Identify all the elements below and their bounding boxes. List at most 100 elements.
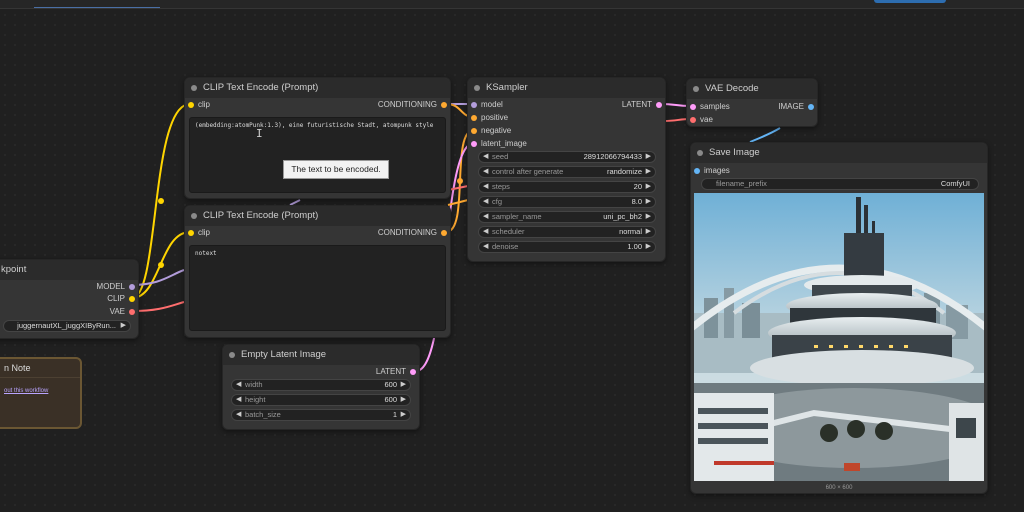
- workflow-tab[interactable]: [34, 0, 160, 8]
- node-title[interactable]: Empty Latent Image: [223, 345, 419, 365]
- input-vae[interactable]: vae: [690, 115, 713, 125]
- node-title[interactable]: CLIP Text Encode (Prompt): [185, 206, 450, 226]
- node-title[interactable]: CLIP Text Encode (Prompt): [185, 78, 450, 98]
- sampler-name-widget[interactable]: ◀ sampler_name uni_pc_bh2 ▶: [478, 211, 656, 223]
- image-dimensions: 600 × 600: [825, 485, 853, 491]
- arrow-left-icon[interactable]: ◀: [483, 182, 488, 192]
- slot-dot[interactable]: [808, 104, 814, 110]
- slot-dot[interactable]: [471, 115, 477, 121]
- note-link[interactable]: out this workflow: [4, 388, 48, 394]
- slot-dot[interactable]: [188, 102, 194, 108]
- height-widget[interactable]: ◀ height 600 ▶: [231, 394, 411, 406]
- output-latent[interactable]: LATENT: [622, 100, 662, 110]
- wire-clip-positive: [131, 103, 191, 299]
- collapse-dot-icon[interactable]: [191, 85, 197, 91]
- output-latent[interactable]: LATENT: [376, 367, 416, 377]
- output-model[interactable]: MODEL: [97, 282, 135, 292]
- widget-label: scheduler: [492, 227, 525, 236]
- collapse-dot-icon[interactable]: [191, 213, 197, 219]
- node-title[interactable]: Save Image: [691, 143, 987, 163]
- slot-dot[interactable]: [690, 104, 696, 110]
- slot-dot[interactable]: [129, 309, 135, 315]
- load-checkpoint-node[interactable]: kpoint MODEL CLIP VAE juggernautXL_juggX…: [0, 259, 139, 339]
- slot-dot[interactable]: [129, 296, 135, 302]
- input-latent-image[interactable]: latent_image: [471, 139, 527, 149]
- prompt-textarea[interactable]: (embedding:atomPunk:1.3), eine futuristi…: [189, 117, 446, 193]
- note-node[interactable]: n Note out this workflow: [0, 357, 82, 429]
- output-vae[interactable]: VAE: [110, 307, 135, 317]
- slot-dot[interactable]: [471, 141, 477, 147]
- arrow-right-icon[interactable]: ▶: [401, 410, 406, 420]
- arrow-right-icon[interactable]: ▶: [646, 167, 651, 177]
- slot-dot[interactable]: [188, 230, 194, 236]
- input-model[interactable]: model: [471, 100, 503, 110]
- image-preview[interactable]: [694, 193, 984, 481]
- input-clip[interactable]: clip: [188, 228, 210, 238]
- output-conditioning[interactable]: CONDITIONING: [378, 228, 447, 238]
- node-title[interactable]: VAE Decode: [687, 79, 817, 99]
- slot-dot[interactable]: [656, 102, 662, 108]
- output-image[interactable]: IMAGE: [778, 102, 814, 112]
- node-title[interactable]: kpoint: [0, 260, 138, 280]
- steps-widget[interactable]: ◀ steps 20 ▶: [478, 181, 656, 193]
- clip-text-encode-negative-node[interactable]: CLIP Text Encode (Prompt) clip CONDITION…: [184, 205, 451, 338]
- widget-value: juggernautXL_juggXIByRun...: [17, 321, 116, 330]
- arrow-right-icon[interactable]: ▶: [121, 321, 126, 331]
- note-title[interactable]: n Note: [0, 359, 80, 378]
- denoise-widget[interactable]: ◀ denoise 1.00 ▶: [478, 241, 656, 253]
- output-clip[interactable]: CLIP: [107, 294, 135, 304]
- arrow-left-icon[interactable]: ◀: [483, 152, 488, 162]
- queue-button[interactable]: [874, 0, 946, 3]
- arrow-left-icon[interactable]: ◀: [236, 395, 241, 405]
- vae-decode-node[interactable]: VAE Decode samples vae IMAGE: [686, 78, 818, 127]
- input-clip[interactable]: clip: [188, 100, 210, 110]
- slot-dot[interactable]: [694, 168, 700, 174]
- ckpt-name-combo[interactable]: juggernautXL_juggXIByRun... ▶: [3, 320, 131, 332]
- collapse-dot-icon[interactable]: [474, 85, 480, 91]
- slot-dot[interactable]: [441, 102, 447, 108]
- scheduler-widget[interactable]: ◀ scheduler normal ▶: [478, 226, 656, 238]
- arrow-left-icon[interactable]: ◀: [483, 212, 488, 222]
- input-negative[interactable]: negative: [471, 126, 511, 136]
- arrow-left-icon[interactable]: ◀: [483, 242, 488, 252]
- arrow-left-icon[interactable]: ◀: [236, 380, 241, 390]
- node-title[interactable]: KSampler: [468, 78, 665, 98]
- arrow-right-icon[interactable]: ▶: [646, 227, 651, 237]
- slot-dot[interactable]: [471, 128, 477, 134]
- empty-latent-image-node[interactable]: Empty Latent Image LATENT ◀ width 600 ▶ ◀ he…: [222, 344, 420, 430]
- slot-dot[interactable]: [471, 102, 477, 108]
- arrow-left-icon[interactable]: ◀: [483, 167, 488, 177]
- seed-widget[interactable]: ◀ seed 28912066794433 ▶: [478, 151, 656, 163]
- collapse-dot-icon[interactable]: [229, 352, 235, 358]
- clip-text-encode-positive-node[interactable]: CLIP Text Encode (Prompt) clip CONDITION…: [184, 77, 451, 199]
- batch-size-widget[interactable]: ◀ batch_size 1 ▶: [231, 409, 411, 421]
- arrow-left-icon[interactable]: ◀: [236, 410, 241, 420]
- ksampler-node[interactable]: KSampler model positive negative latent_…: [467, 77, 666, 262]
- arrow-right-icon[interactable]: ▶: [646, 212, 651, 222]
- input-samples[interactable]: samples: [690, 102, 730, 112]
- slot-dot[interactable]: [441, 230, 447, 236]
- control-after-generate-widget[interactable]: ◀ control after generate randomize ▶: [478, 166, 656, 178]
- slot-dot[interactable]: [690, 117, 696, 123]
- input-images[interactable]: images: [694, 166, 730, 176]
- node-title-text: KSampler: [486, 82, 528, 93]
- arrow-right-icon[interactable]: ▶: [401, 380, 406, 390]
- width-widget[interactable]: ◀ width 600 ▶: [231, 379, 411, 391]
- slot-dot[interactable]: [410, 369, 416, 375]
- slot-dot[interactable]: [129, 284, 135, 290]
- arrow-left-icon[interactable]: ◀: [483, 227, 488, 237]
- prompt-textarea[interactable]: notext: [189, 245, 446, 331]
- arrow-right-icon[interactable]: ▶: [646, 242, 651, 252]
- filename-prefix-widget[interactable]: filename_prefix ComfyUI: [701, 178, 979, 190]
- arrow-right-icon[interactable]: ▶: [646, 152, 651, 162]
- cfg-widget[interactable]: ◀ cfg 8.0 ▶: [478, 196, 656, 208]
- arrow-right-icon[interactable]: ▶: [646, 182, 651, 192]
- input-positive[interactable]: positive: [471, 113, 508, 123]
- collapse-dot-icon[interactable]: [697, 150, 703, 156]
- arrow-right-icon[interactable]: ▶: [646, 197, 651, 207]
- collapse-dot-icon[interactable]: [693, 86, 699, 92]
- arrow-left-icon[interactable]: ◀: [483, 197, 488, 207]
- output-conditioning[interactable]: CONDITIONING: [378, 100, 447, 110]
- slot-label: LATENT: [621, 100, 652, 109]
- arrow-right-icon[interactable]: ▶: [401, 395, 406, 405]
